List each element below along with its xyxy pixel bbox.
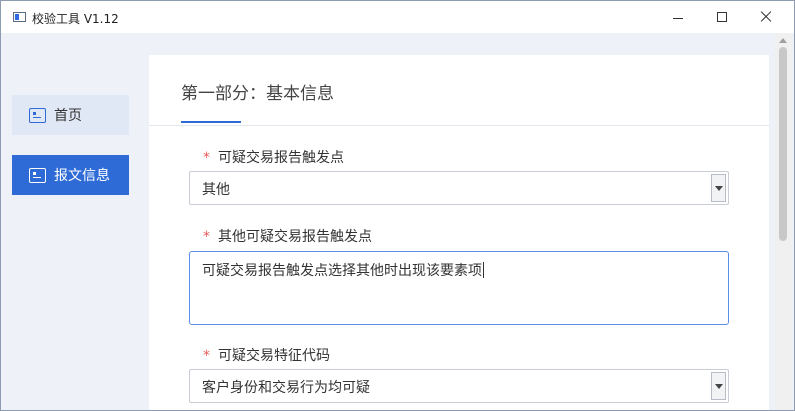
minimize-button[interactable] <box>655 1 701 33</box>
form-panel: 第一部分：基本信息 * 可疑交易报告触发点 其他 * 其他可疑交易报告触发点 可疑交… <box>149 55 769 410</box>
field-label-text: 可疑交易特征代码 <box>218 348 330 364</box>
feature-code-select[interactable]: 客户身份和交易行为均可疑 <box>189 369 729 403</box>
field-label-text: 其他可疑交易报告触发点 <box>218 229 372 245</box>
section-title-underline <box>181 121 241 123</box>
close-button[interactable] <box>743 1 789 33</box>
sidebar-item-label: 报文信息 <box>54 168 110 184</box>
section-title: 第一部分：基本信息 <box>181 84 334 104</box>
other-trigger-point-textarea[interactable]: 可疑交易报告触发点选择其他时出现该要素项 <box>189 251 729 325</box>
required-marker: * <box>203 150 210 166</box>
document-icon <box>29 107 46 123</box>
field-label-feature-code: * 可疑交易特征代码 <box>203 345 330 365</box>
vertical-scrollbar[interactable] <box>775 33 792 410</box>
textarea-text: 可疑交易报告触发点选择其他时出现该要素项 <box>202 263 482 279</box>
required-marker: * <box>203 348 210 364</box>
field-label-trigger-point: * 可疑交易报告触发点 <box>203 147 344 167</box>
sidebar-item-home[interactable]: 首页 <box>12 95 129 135</box>
field-label-text: 可疑交易报告触发点 <box>218 150 344 166</box>
scrollbar-thumb[interactable] <box>779 47 787 241</box>
trigger-point-select[interactable]: 其他 <box>189 171 729 205</box>
scroll-up-icon[interactable] <box>779 38 787 43</box>
chevron-down-icon[interactable] <box>711 372 726 400</box>
window-title: 校验工具 V1.12 <box>32 12 119 26</box>
field-label-other-trigger-point: * 其他可疑交易报告触发点 <box>203 226 372 246</box>
maximize-icon <box>717 12 727 22</box>
app-icon <box>13 12 26 22</box>
chevron-down-icon[interactable] <box>711 174 726 202</box>
app-body: 首页 报文信息 第一部分：基本信息 * 可疑交易报告触发点 其他 * 其他可疑交易报… <box>1 33 794 410</box>
sidebar-item-report-info[interactable]: 报文信息 <box>12 155 129 195</box>
text-caret <box>483 262 484 278</box>
required-marker: * <box>203 229 210 245</box>
textarea-value: 可疑交易报告触发点选择其他时出现该要素项 <box>202 260 484 280</box>
sidebar-item-label: 首页 <box>54 108 82 124</box>
app-window: 校验工具 V1.12 首页 报文信息 第一部分：基本信息 * 可疑交易报告触发点 <box>0 0 795 411</box>
close-icon <box>759 16 773 17</box>
title-bar[interactable]: 校验工具 V1.12 <box>1 1 794 33</box>
document-icon <box>29 167 46 183</box>
maximize-button[interactable] <box>699 1 745 33</box>
minimize-icon <box>673 18 683 19</box>
select-value: 客户身份和交易行为均可疑 <box>202 380 370 396</box>
select-value: 其他 <box>202 182 230 198</box>
divider <box>149 125 769 126</box>
